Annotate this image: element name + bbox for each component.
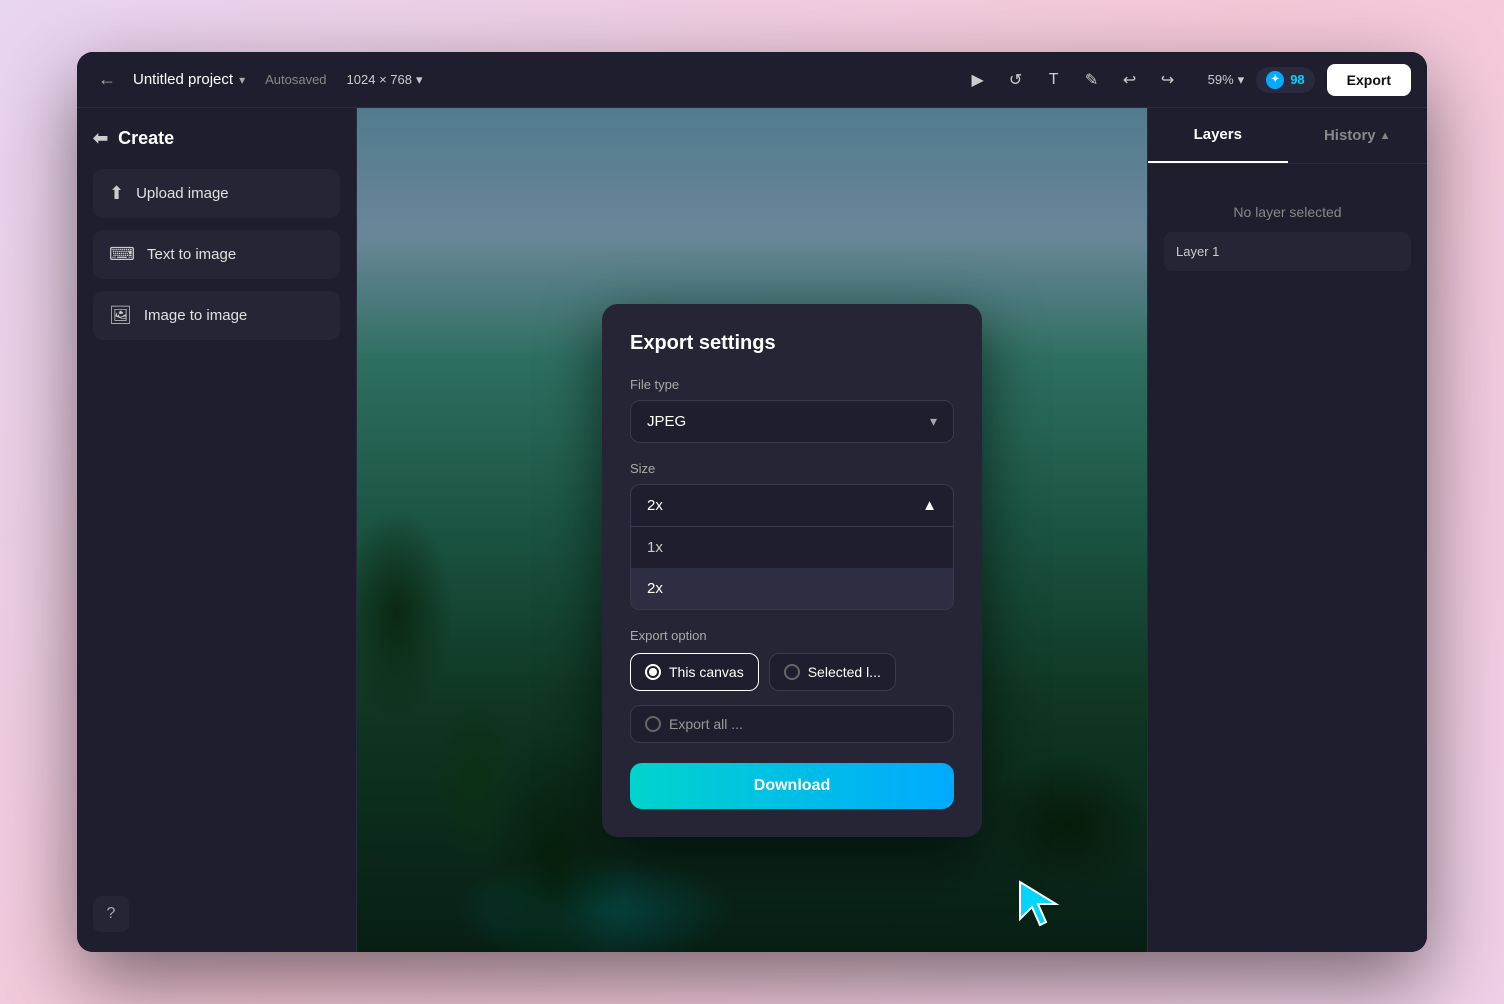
size-chevron: ▲ <box>922 497 937 514</box>
tab-history[interactable]: History ▲ <box>1288 108 1428 163</box>
layer-item-label: Layer 1 <box>1176 244 1219 259</box>
topbar: ← Untitled project ▾ Autosaved 1024 × 76… <box>77 52 1427 108</box>
file-type-value: JPEG <box>647 413 686 430</box>
dimensions-value: 1024 × 768 <box>347 72 412 87</box>
left-sidebar: ⬅ Create ⬆ Upload image ⌨ Text to image … <box>77 108 357 952</box>
layer-content: No layer selected Layer 1 <box>1148 164 1427 952</box>
sidebar-item-text-to-image-label: Text to image <box>147 246 236 263</box>
export-all-label: Export all ... <box>669 716 743 732</box>
canvas-dimensions[interactable]: 1024 × 768 ▾ <box>347 72 423 88</box>
history-tab-label: History <box>1324 127 1376 144</box>
export-all-radio <box>645 716 661 732</box>
image-to-image-icon: 🖼 <box>109 305 132 326</box>
size-option-2x[interactable]: 2x <box>631 568 953 609</box>
autosaved-status: Autosaved <box>265 72 326 87</box>
export-button[interactable]: Export <box>1327 64 1411 96</box>
sidebar-item-image-to-image[interactable]: 🖼 Image to image <box>93 291 340 340</box>
sidebar-header: ⬅ Create <box>93 128 340 149</box>
select-tool[interactable]: ▶ <box>962 64 994 96</box>
modal-overlay: Export settings File type JPEG ▾ Size 2x… <box>357 108 1147 952</box>
dimensions-chevron: ▾ <box>416 72 423 88</box>
sidebar-item-text-to-image[interactable]: ⌨ Text to image <box>93 230 340 279</box>
topbar-right: 59% ▾ ✦ 98 Export <box>1208 64 1411 96</box>
this-canvas-radio <box>645 664 661 680</box>
zoom-control[interactable]: 59% ▾ <box>1208 72 1245 88</box>
size-options-list: 1x 2x <box>630 527 954 610</box>
modal-title: Export settings <box>630 332 954 355</box>
size-selected-value: 2x <box>647 497 663 514</box>
export-option-label: Export option <box>630 628 954 643</box>
size-label: Size <box>630 461 954 476</box>
back-button[interactable]: ← <box>93 66 121 94</box>
help-button[interactable]: ? <box>93 896 129 932</box>
project-title: Untitled project <box>133 71 233 88</box>
download-button[interactable]: Download <box>630 763 954 809</box>
file-type-select[interactable]: JPEG ▾ <box>630 400 954 443</box>
credits-value: 98 <box>1290 72 1304 87</box>
no-layer-message: No layer selected <box>1233 204 1341 220</box>
layers-tab-label: Layers <box>1194 126 1242 143</box>
help-icon: ? <box>107 905 116 923</box>
export-options: This canvas Selected l... <box>630 653 954 691</box>
size-option-1x[interactable]: 1x <box>631 527 953 568</box>
sidebar-item-upload-image[interactable]: ⬆ Upload image <box>93 169 340 218</box>
no-layer-text: No layer selected <box>1164 204 1411 220</box>
file-type-label: File type <box>630 377 954 392</box>
export-all-button[interactable]: Export all ... <box>630 705 954 743</box>
tab-layers[interactable]: Layers <box>1148 108 1288 163</box>
sidebar-item-image-to-image-label: Image to image <box>144 307 247 324</box>
text-to-image-icon: ⌨ <box>109 244 135 265</box>
this-canvas-button[interactable]: This canvas <box>630 653 759 691</box>
rotate-tool[interactable]: ↺ <box>1000 64 1032 96</box>
size-option-1x-label: 1x <box>647 539 663 556</box>
upload-image-icon: ⬆ <box>109 183 124 204</box>
credit-icon: ✦ <box>1266 71 1284 89</box>
size-option-2x-label: 2x <box>647 580 663 597</box>
credits-badge[interactable]: ✦ 98 <box>1256 67 1314 93</box>
layer-item[interactable]: Layer 1 <box>1164 232 1411 271</box>
back-icon: ← <box>98 69 116 90</box>
sidebar-create-label: Create <box>118 128 174 149</box>
zoom-value: 59% <box>1208 72 1234 87</box>
canvas-area[interactable]: Export settings File type JPEG ▾ Size 2x… <box>357 108 1147 952</box>
size-dropdown: 2x ▲ 1x 2x <box>630 484 954 610</box>
selected-label: Selected l... <box>808 664 881 680</box>
sidebar-bottom: ? <box>93 896 340 932</box>
right-sidebar: Layers History ▲ No layer selected Layer… <box>1147 108 1427 952</box>
selected-radio <box>784 664 800 680</box>
project-title-chevron: ▾ <box>239 73 245 87</box>
pen-tool[interactable]: ✎ <box>1076 64 1108 96</box>
create-icon: ⬅ <box>93 128 108 149</box>
export-modal: Export settings File type JPEG ▾ Size 2x… <box>602 304 982 837</box>
size-selector[interactable]: 2x ▲ <box>630 484 954 527</box>
zoom-chevron: ▾ <box>1238 72 1245 88</box>
redo-tool[interactable]: ↪ <box>1152 64 1184 96</box>
sidebar-item-upload-image-label: Upload image <box>136 185 229 202</box>
toolbar: ▶ ↺ T ✎ ↩ ↪ <box>962 64 1184 96</box>
history-chevron: ▲ <box>1380 130 1391 142</box>
text-tool[interactable]: T <box>1038 64 1070 96</box>
main-area: ⬅ Create ⬆ Upload image ⌨ Text to image … <box>77 108 1427 952</box>
undo-tool[interactable]: ↩ <box>1114 64 1146 96</box>
right-tabs: Layers History ▲ <box>1148 108 1427 164</box>
selected-button[interactable]: Selected l... <box>769 653 896 691</box>
project-title-area[interactable]: Untitled project ▾ <box>133 71 245 88</box>
file-type-chevron: ▾ <box>930 413 937 430</box>
this-canvas-label: This canvas <box>669 664 744 680</box>
app-window: ← Untitled project ▾ Autosaved 1024 × 76… <box>77 52 1427 952</box>
